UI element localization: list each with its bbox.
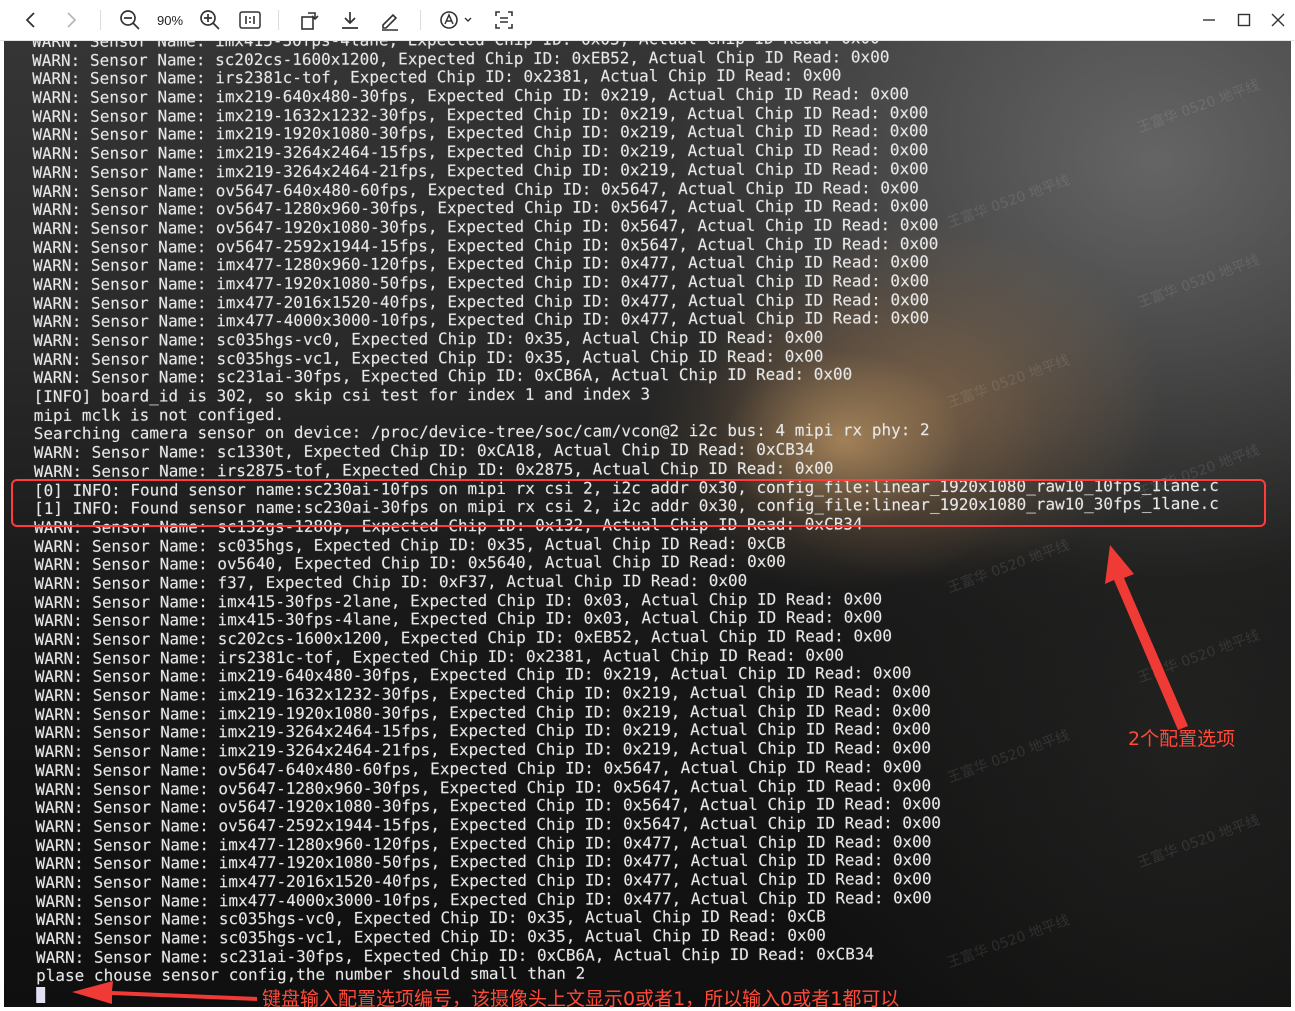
toolbar-divider	[278, 10, 279, 30]
toolbar-divider	[420, 10, 421, 30]
toolbar-divider	[100, 10, 101, 30]
found-sensors-highlight-box	[11, 479, 1266, 527]
close-icon[interactable]	[1265, 6, 1291, 34]
minimize-icon[interactable]	[1196, 6, 1222, 34]
viewer-toolbar: 90%	[0, 0, 1295, 41]
actual-size-icon[interactable]	[236, 6, 264, 34]
rotate-icon[interactable]	[296, 6, 324, 34]
zoom-level-text: 90%	[156, 12, 184, 28]
back-icon[interactable]	[18, 6, 44, 34]
config-options-note: 2个配置选项	[1128, 728, 1236, 750]
download-icon[interactable]	[336, 6, 364, 34]
zoom-out-icon[interactable]	[116, 6, 144, 34]
ocr-icon[interactable]	[436, 6, 476, 34]
crop-icon[interactable]	[490, 6, 518, 34]
terminal-cursor	[36, 987, 46, 1004]
zoom-in-icon[interactable]	[196, 6, 224, 34]
zoom-level[interactable]: 90%	[152, 6, 188, 34]
forward-icon[interactable]	[58, 6, 84, 34]
maximize-icon[interactable]	[1231, 6, 1257, 34]
edit-icon[interactable]	[376, 6, 404, 34]
